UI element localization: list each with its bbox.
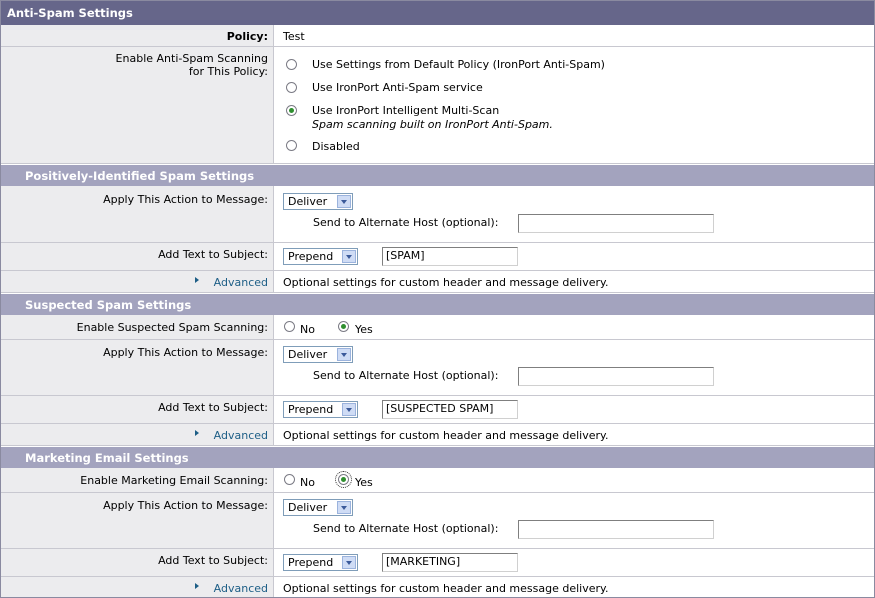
- suspected-no-label: No: [300, 323, 315, 336]
- positive-subject-label: Add Text to Subject:: [158, 248, 268, 261]
- marketing-subject-text-input[interactable]: [MARKETING]: [382, 553, 518, 572]
- anti-spam-settings-panel: Anti-Spam Settings Policy: Test Enable A…: [0, 0, 875, 598]
- positive-advanced-desc: Optional settings for custom header and …: [283, 276, 609, 289]
- suspected-advanced-row: Advanced Optional settings for custom he…: [1, 424, 874, 446]
- suspected-alt-host-label: Send to Alternate Host (optional):: [313, 369, 499, 382]
- suspected-subject-mode-select[interactable]: Prepend: [283, 401, 358, 418]
- multi-scan-note: Spam scanning built on IronPort Anti-Spa…: [312, 118, 553, 131]
- scanning-label-line1: Enable Anti-Spam Scanning: [115, 52, 268, 65]
- suspected-section-heading: Suspected Spam Settings: [1, 294, 874, 315]
- chevron-down-icon: [337, 195, 351, 208]
- suspected-yes-radio[interactable]: [338, 321, 349, 332]
- radio-multi-scan[interactable]: [286, 105, 297, 116]
- scanning-label-line2: for This Policy:: [188, 65, 268, 78]
- marketing-section-heading: Marketing Email Settings: [1, 447, 874, 468]
- positive-alt-host-input[interactable]: [518, 214, 714, 233]
- marketing-alt-host-label: Send to Alternate Host (optional):: [313, 522, 499, 535]
- expand-triangle-icon: [195, 583, 199, 589]
- chevron-down-icon: [337, 348, 351, 361]
- option-multi-scan-label: Use IronPort Intelligent Multi-Scan: [312, 104, 500, 117]
- marketing-action-select[interactable]: Deliver: [283, 499, 353, 516]
- marketing-advanced-link[interactable]: Advanced: [214, 582, 268, 595]
- expand-triangle-icon: [195, 277, 199, 283]
- option-default-policy-label: Use Settings from Default Policy (IronPo…: [312, 58, 605, 71]
- suspected-yes-label: Yes: [355, 323, 373, 336]
- suspected-enable-label: Enable Suspected Spam Scanning:: [76, 321, 268, 334]
- positive-subject-row: Add Text to Subject: Prepend [SPAM]: [1, 243, 874, 271]
- positive-subject-text-input[interactable]: [SPAM]: [382, 247, 518, 266]
- positive-advanced-row: Advanced Optional settings for custom he…: [1, 271, 874, 293]
- suspected-subject-text-input[interactable]: [SUSPECTED SPAM]: [382, 400, 518, 419]
- chevron-down-icon: [342, 403, 356, 416]
- chevron-down-icon: [337, 501, 351, 514]
- marketing-alt-host-input[interactable]: [518, 520, 714, 539]
- marketing-enable-label: Enable Marketing Email Scanning:: [80, 474, 268, 487]
- marketing-yes-radio[interactable]: [335, 471, 352, 488]
- marketing-action-row: Apply This Action to Message: Deliver Se…: [1, 493, 874, 549]
- marketing-subject-mode-select[interactable]: Prepend: [283, 554, 358, 571]
- chevron-down-icon: [342, 556, 356, 569]
- expand-triangle-icon: [195, 430, 199, 436]
- suspected-alt-host-input[interactable]: [518, 367, 714, 386]
- marketing-subject-label: Add Text to Subject:: [158, 554, 268, 567]
- suspected-subject-label: Add Text to Subject:: [158, 401, 268, 414]
- suspected-subject-row: Add Text to Subject: Prepend [SUSPECTED …: [1, 396, 874, 424]
- suspected-action-row: Apply This Action to Message: Deliver Se…: [1, 340, 874, 396]
- suspected-action-select[interactable]: Deliver: [283, 346, 353, 363]
- policy-row: Policy: Test: [1, 25, 874, 47]
- suspected-enable-row: Enable Suspected Spam Scanning: No Yes: [1, 315, 874, 340]
- marketing-advanced-desc: Optional settings for custom header and …: [283, 582, 609, 595]
- positive-action-row: Apply This Action to Message: Deliver Se…: [1, 186, 874, 243]
- marketing-subject-row: Add Text to Subject: Prepend [MARKETING]: [1, 549, 874, 577]
- marketing-no-radio[interactable]: [284, 474, 295, 485]
- marketing-yes-label: Yes: [355, 476, 373, 489]
- positive-alt-host-label: Send to Alternate Host (optional):: [313, 216, 499, 229]
- marketing-enable-row: Enable Marketing Email Scanning: No Yes: [1, 468, 874, 493]
- positive-action-label: Apply This Action to Message:: [103, 193, 268, 206]
- suspected-action-label: Apply This Action to Message:: [103, 346, 268, 359]
- positive-action-select[interactable]: Deliver: [283, 193, 353, 210]
- suspected-advanced-desc: Optional settings for custom header and …: [283, 429, 609, 442]
- policy-label: Policy:: [226, 30, 268, 43]
- marketing-advanced-row: Advanced Optional settings for custom he…: [1, 577, 874, 597]
- marketing-action-label: Apply This Action to Message:: [103, 499, 268, 512]
- policy-value: Test: [283, 30, 305, 43]
- suspected-advanced-link[interactable]: Advanced: [214, 429, 268, 442]
- scanning-row: Enable Anti-Spam Scanning for This Polic…: [1, 47, 874, 164]
- radio-default-policy[interactable]: [286, 59, 297, 70]
- option-disabled-label: Disabled: [312, 140, 360, 153]
- panel-title: Anti-Spam Settings: [1, 1, 874, 25]
- marketing-no-label: No: [300, 476, 315, 489]
- positive-subject-mode-select[interactable]: Prepend: [283, 248, 358, 265]
- radio-disabled[interactable]: [286, 140, 297, 151]
- chevron-down-icon: [342, 250, 356, 263]
- option-anti-spam-service-label: Use IronPort Anti-Spam service: [312, 81, 483, 94]
- positive-advanced-link[interactable]: Advanced: [214, 276, 268, 289]
- positive-section-heading: Positively-Identified Spam Settings: [1, 165, 874, 186]
- suspected-no-radio[interactable]: [284, 321, 295, 332]
- radio-anti-spam-service[interactable]: [286, 82, 297, 93]
